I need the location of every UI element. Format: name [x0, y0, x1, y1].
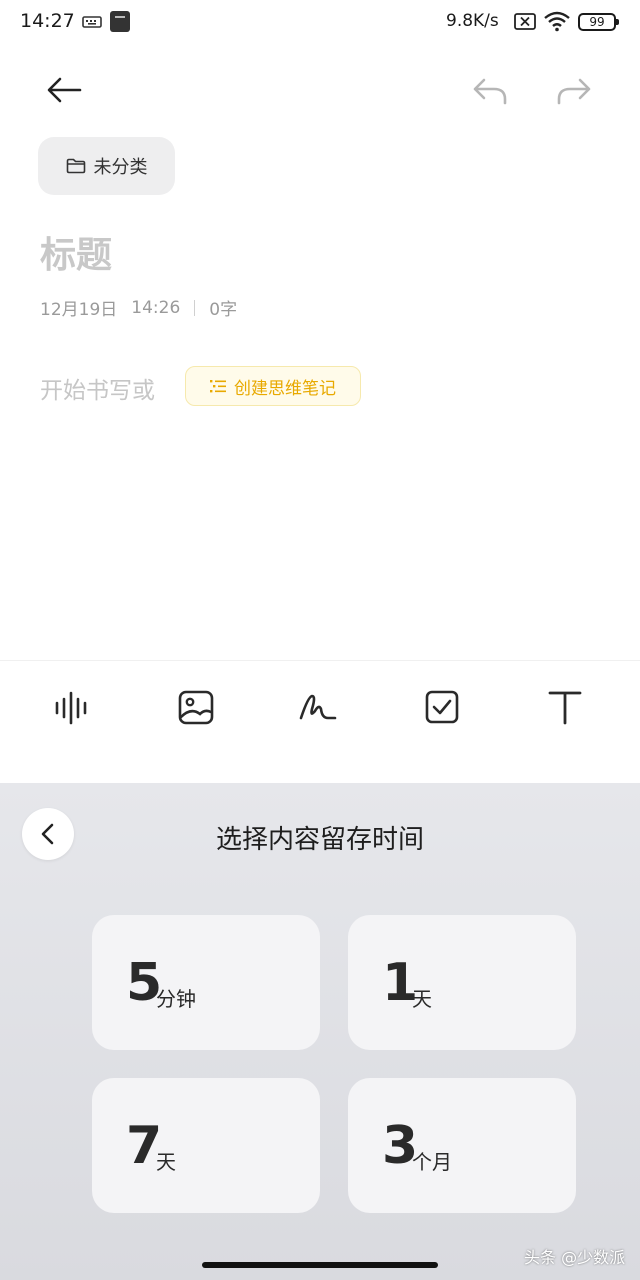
back-arrow-icon[interactable] [44, 72, 84, 108]
note-date: 12月19日 [40, 300, 118, 320]
image-icon[interactable] [176, 687, 216, 727]
watermark: 头条 @少数派 [524, 1248, 626, 1267]
note-time: 14:26 [131, 297, 181, 318]
list-icon [210, 380, 226, 393]
option-unit: 个月 [412, 1150, 452, 1174]
option-3-months[interactable]: 3 个月 [348, 1078, 576, 1213]
battery-icon: 99 [578, 13, 619, 31]
option-5-minutes[interactable]: 5 分钟 [92, 915, 320, 1050]
category-chip[interactable]: 未分类 [38, 137, 175, 195]
category-label: 未分类 [93, 157, 148, 178]
checkbox-icon[interactable] [422, 687, 462, 727]
body-input[interactable]: 开始书写或 [40, 371, 155, 405]
keyboard-icon [82, 16, 102, 28]
editor-toolbar [0, 660, 640, 783]
option-unit: 天 [156, 1150, 176, 1174]
audio-wave-icon[interactable] [53, 687, 93, 727]
text-format-icon[interactable] [545, 687, 585, 727]
option-1-day[interactable]: 1 天 [348, 915, 576, 1050]
meta-divider [194, 299, 196, 316]
mi-app-icon [110, 11, 130, 32]
folder-icon [66, 158, 85, 174]
create-mindmap-button[interactable]: 创建思维笔记 [185, 366, 361, 406]
wifi-icon [544, 11, 570, 32]
option-unit: 天 [412, 987, 432, 1011]
redo-icon[interactable] [554, 72, 594, 108]
undo-icon[interactable] [470, 72, 510, 108]
handwriting-icon[interactable] [298, 687, 338, 727]
home-indicator[interactable] [202, 1262, 438, 1268]
option-7-days[interactable]: 7 天 [92, 1078, 320, 1213]
title-input[interactable]: 标题 [40, 226, 112, 278]
word-count: 0字 [209, 300, 238, 320]
note-meta: 12月19日 14:26 0字 [40, 295, 238, 321]
sim-off-icon [514, 13, 536, 30]
retention-sheet: 选择内容留存时间 5 分钟 1 天 7 天 3 个月 [0, 783, 640, 1280]
mindmap-label: 创建思维笔记 [234, 378, 336, 399]
status-time: 14:27 [20, 10, 75, 32]
status-bar: 14:27 9.8K/s 99 [0, 0, 640, 44]
notes-screen: 14:27 9.8K/s 99 未分类 标题 12月19日 14:26 0字 开… [0, 0, 640, 1280]
option-unit: 分钟 [156, 987, 196, 1011]
sheet-title: 选择内容留存时间 [215, 825, 424, 855]
network-speed: 9.8K/s [446, 11, 499, 31]
